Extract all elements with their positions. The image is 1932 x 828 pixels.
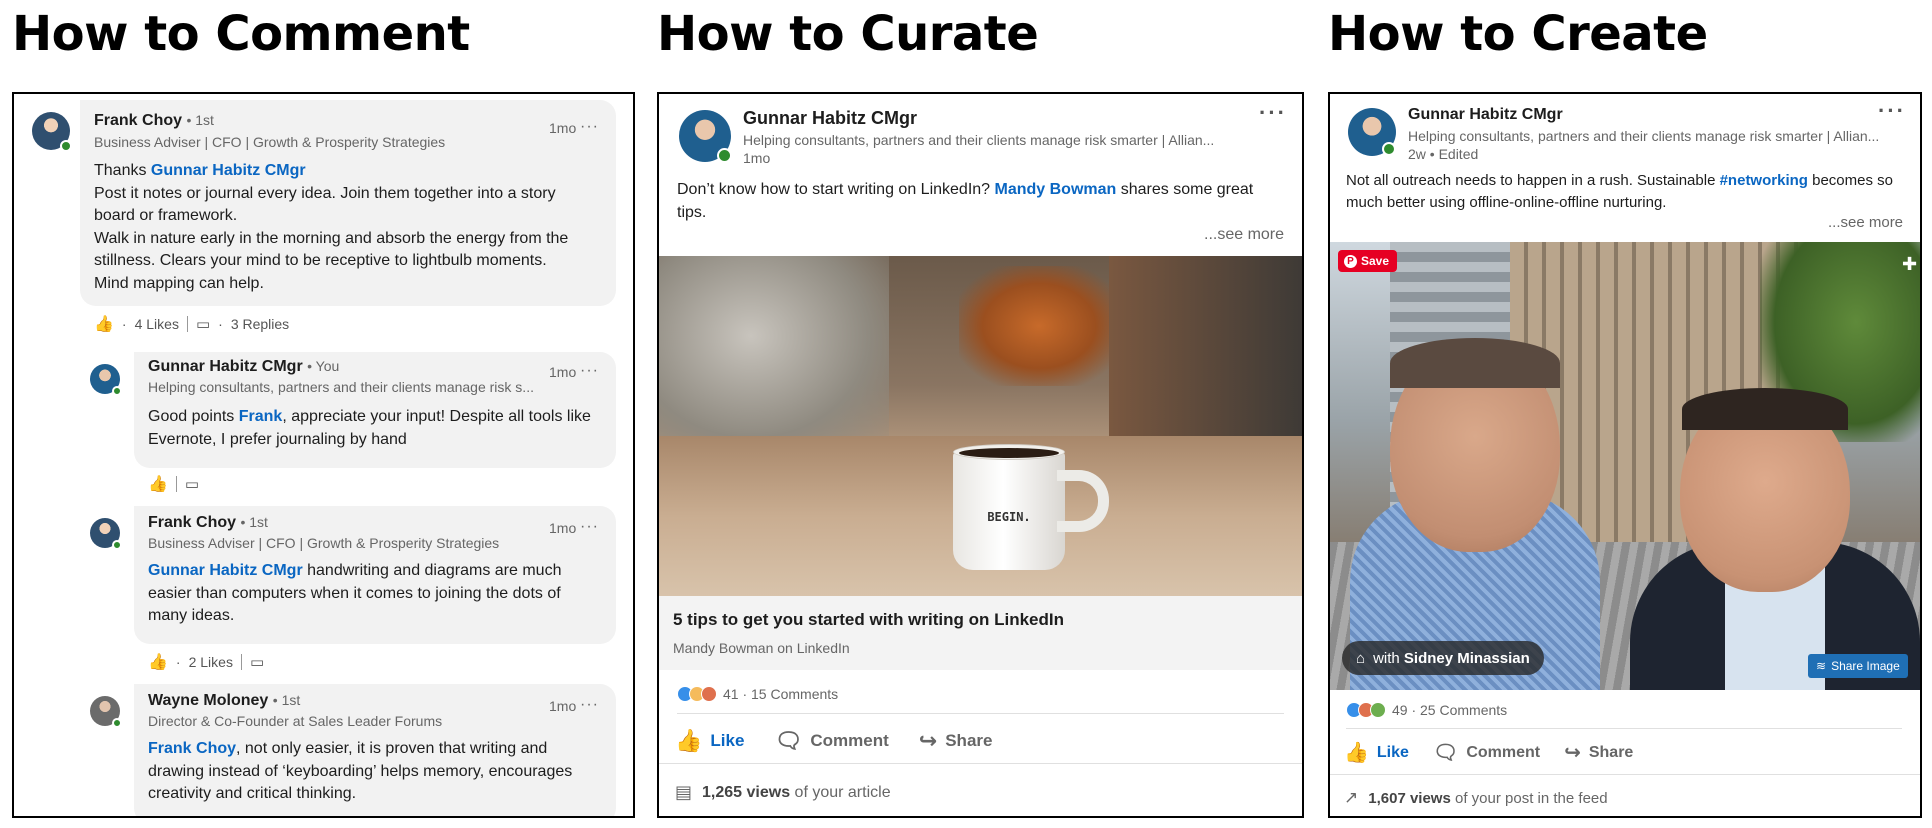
mention-link[interactable]: Gunnar Habitz CMgr [151,162,306,179]
heading-curate: How to Curate [657,6,1039,62]
reactions-summary[interactable]: 49 · 25 Comments [1346,702,1507,718]
see-more-link[interactable]: ...see more [1828,214,1903,231]
pinterest-icon: P [1344,254,1357,268]
post-time: 1mo [743,150,771,166]
reactions-summary[interactable]: 41 · 15 Comments [677,686,838,702]
post-action-bar: 👍 Like 🗨 Comment ↪ Share [675,728,1022,754]
create-post-panel: Gunnar Habitz CMgr Helping consultants, … [1328,92,1922,818]
more-options-icon[interactable]: ··· [580,518,599,536]
tag-icon: ⌂ [1356,649,1366,667]
author-headline: Helping consultants, partners and their … [743,132,1215,148]
mug: BEGIN. [953,444,1065,570]
mention-link[interactable]: Frank Choy [148,740,236,757]
heading-create: How to Create [1328,6,1708,62]
comment-actions: 👍 ▭ [148,474,199,494]
article-title[interactable]: 5 tips to get you started with writing o… [673,610,1064,630]
reply-icon[interactable]: ▭ [185,475,199,493]
comment-time: 1mo [549,698,577,714]
post-text: Don’t know how to start writing on Linke… [677,181,1254,221]
article-icon: ▤ [675,782,693,802]
mention-link[interactable]: Mandy Bowman [995,181,1117,198]
mention-link[interactable]: Gunnar Habitz CMgr [148,562,303,579]
share-button[interactable]: ↪ Share [919,728,993,754]
expand-icon[interactable]: ✚ [1902,254,1917,275]
layers-icon: ≋ [1816,659,1827,673]
views-analytics[interactable]: ↗ 1,607 views of your post in the feed [1344,788,1608,808]
love-reaction-icon [701,686,717,702]
tagged-person-chip[interactable]: ⌂ with Sidney Minassian [1342,641,1544,675]
more-options-icon[interactable]: ··· [580,118,599,136]
comment-time: 1mo [549,364,577,380]
post-photo[interactable]: P Save ✚ ⌂ with Sidney Minassian ≋ Share… [1330,242,1920,690]
comment-panel: Frank Choy • 1st Business Adviser | CFO … [12,92,635,818]
comment-button[interactable]: 🗨 Comment [774,728,888,754]
reply-icon[interactable]: ▭ [196,315,210,333]
heading-comment: How to Comment [12,6,470,62]
comment-text: Thanks Gunnar Habitz CMgr Post it notes … [94,162,569,292]
celebrate-reaction-icon [1370,702,1386,718]
author-name[interactable]: Gunnar Habitz CMgr [743,108,917,129]
comment-text: Good points Frank, appreciate your input… [148,408,591,448]
pinterest-save-button[interactable]: P Save [1338,250,1398,272]
like-icon[interactable]: 👍 [94,314,114,334]
hashtag-link[interactable]: #networking [1720,172,1808,189]
share-icon: ↪ [1564,742,1581,764]
commenter-name[interactable]: Frank Choy • 1st [148,514,268,532]
online-indicator [717,148,732,163]
likes-count[interactable]: 4 Likes [135,316,179,332]
like-icon[interactable]: 👍 [148,474,168,494]
commenter-headline: Director & Co-Founder at Sales Leader Fo… [148,713,443,729]
thumbs-up-icon: 👍 [675,728,703,753]
post-action-bar: 👍 Like 🗨 Comment ↪ Share [1344,740,1663,765]
author-name[interactable]: Gunnar Habitz CMgr [1408,106,1563,124]
online-indicator [1382,142,1396,156]
comment-time: 1mo [549,120,577,136]
online-indicator [112,540,122,550]
comment-text: Gunnar Habitz CMgr handwriting and diagr… [148,562,562,624]
article-card[interactable] [659,596,1302,670]
thumbs-up-icon: 👍 [1344,742,1369,764]
mention-link[interactable]: Frank [239,408,283,425]
share-image-button[interactable]: ≋ Share Image [1808,654,1908,678]
comment-icon: 🗨 [1432,742,1459,764]
more-options-icon[interactable]: ··· [1878,98,1906,124]
see-more-link[interactable]: ...see more [1204,226,1284,244]
more-options-icon[interactable]: ··· [580,696,599,714]
article-image[interactable]: BEGIN. [659,256,1302,596]
reply-icon[interactable]: ▭ [250,653,264,671]
commenter-headline: Helping consultants, partners and their … [148,379,534,395]
commenter-name[interactable]: Frank Choy • 1st [94,112,214,130]
post-text: Not all outreach needs to happen in a ru… [1346,172,1893,211]
views-analytics[interactable]: ▤ 1,265 views of your article [675,782,891,803]
author-headline: Helping consultants, partners and their … [1408,128,1880,144]
share-icon: ↪ [918,728,938,753]
curate-post-panel: Gunnar Habitz CMgr Helping consultants, … [657,92,1304,818]
commenter-headline: Business Adviser | CFO | Growth & Prospe… [148,535,500,551]
trend-chart-icon: ↗ [1344,788,1359,807]
online-indicator [60,140,72,152]
comment-text: Frank Choy, not only easier, it is prove… [148,740,573,802]
like-button[interactable]: 👍 Like [1344,740,1409,765]
comment-icon: 🗨 [774,728,803,753]
mug-text: BEGIN. [987,510,1031,524]
comment-actions: 👍 · 4 Likes ▭ · 3 Replies [94,314,290,334]
article-source: Mandy Bowman on LinkedIn [673,640,850,656]
commenter-name[interactable]: Wayne Moloney • 1st [148,692,300,710]
share-button[interactable]: ↪ Share [1564,740,1633,765]
comment-time: 1mo [549,520,577,536]
like-button[interactable]: 👍 Like [675,728,744,754]
commenter-name[interactable]: Gunnar Habitz CMgr • You [148,358,339,376]
likes-count[interactable]: 2 Likes [189,654,233,670]
comment-button[interactable]: 🗨 Comment [1433,740,1540,765]
like-icon[interactable]: 👍 [148,652,168,672]
comment-actions: 👍 · 2 Likes ▭ [148,652,265,672]
commenter-headline: Business Adviser | CFO | Growth & Prospe… [94,134,446,150]
online-indicator [112,386,122,396]
more-options-icon[interactable]: ··· [580,362,599,380]
more-options-icon[interactable]: ··· [1259,100,1287,126]
post-time: 2w • Edited [1408,146,1479,162]
online-indicator [112,718,122,728]
replies-count[interactable]: 3 Replies [231,316,289,332]
